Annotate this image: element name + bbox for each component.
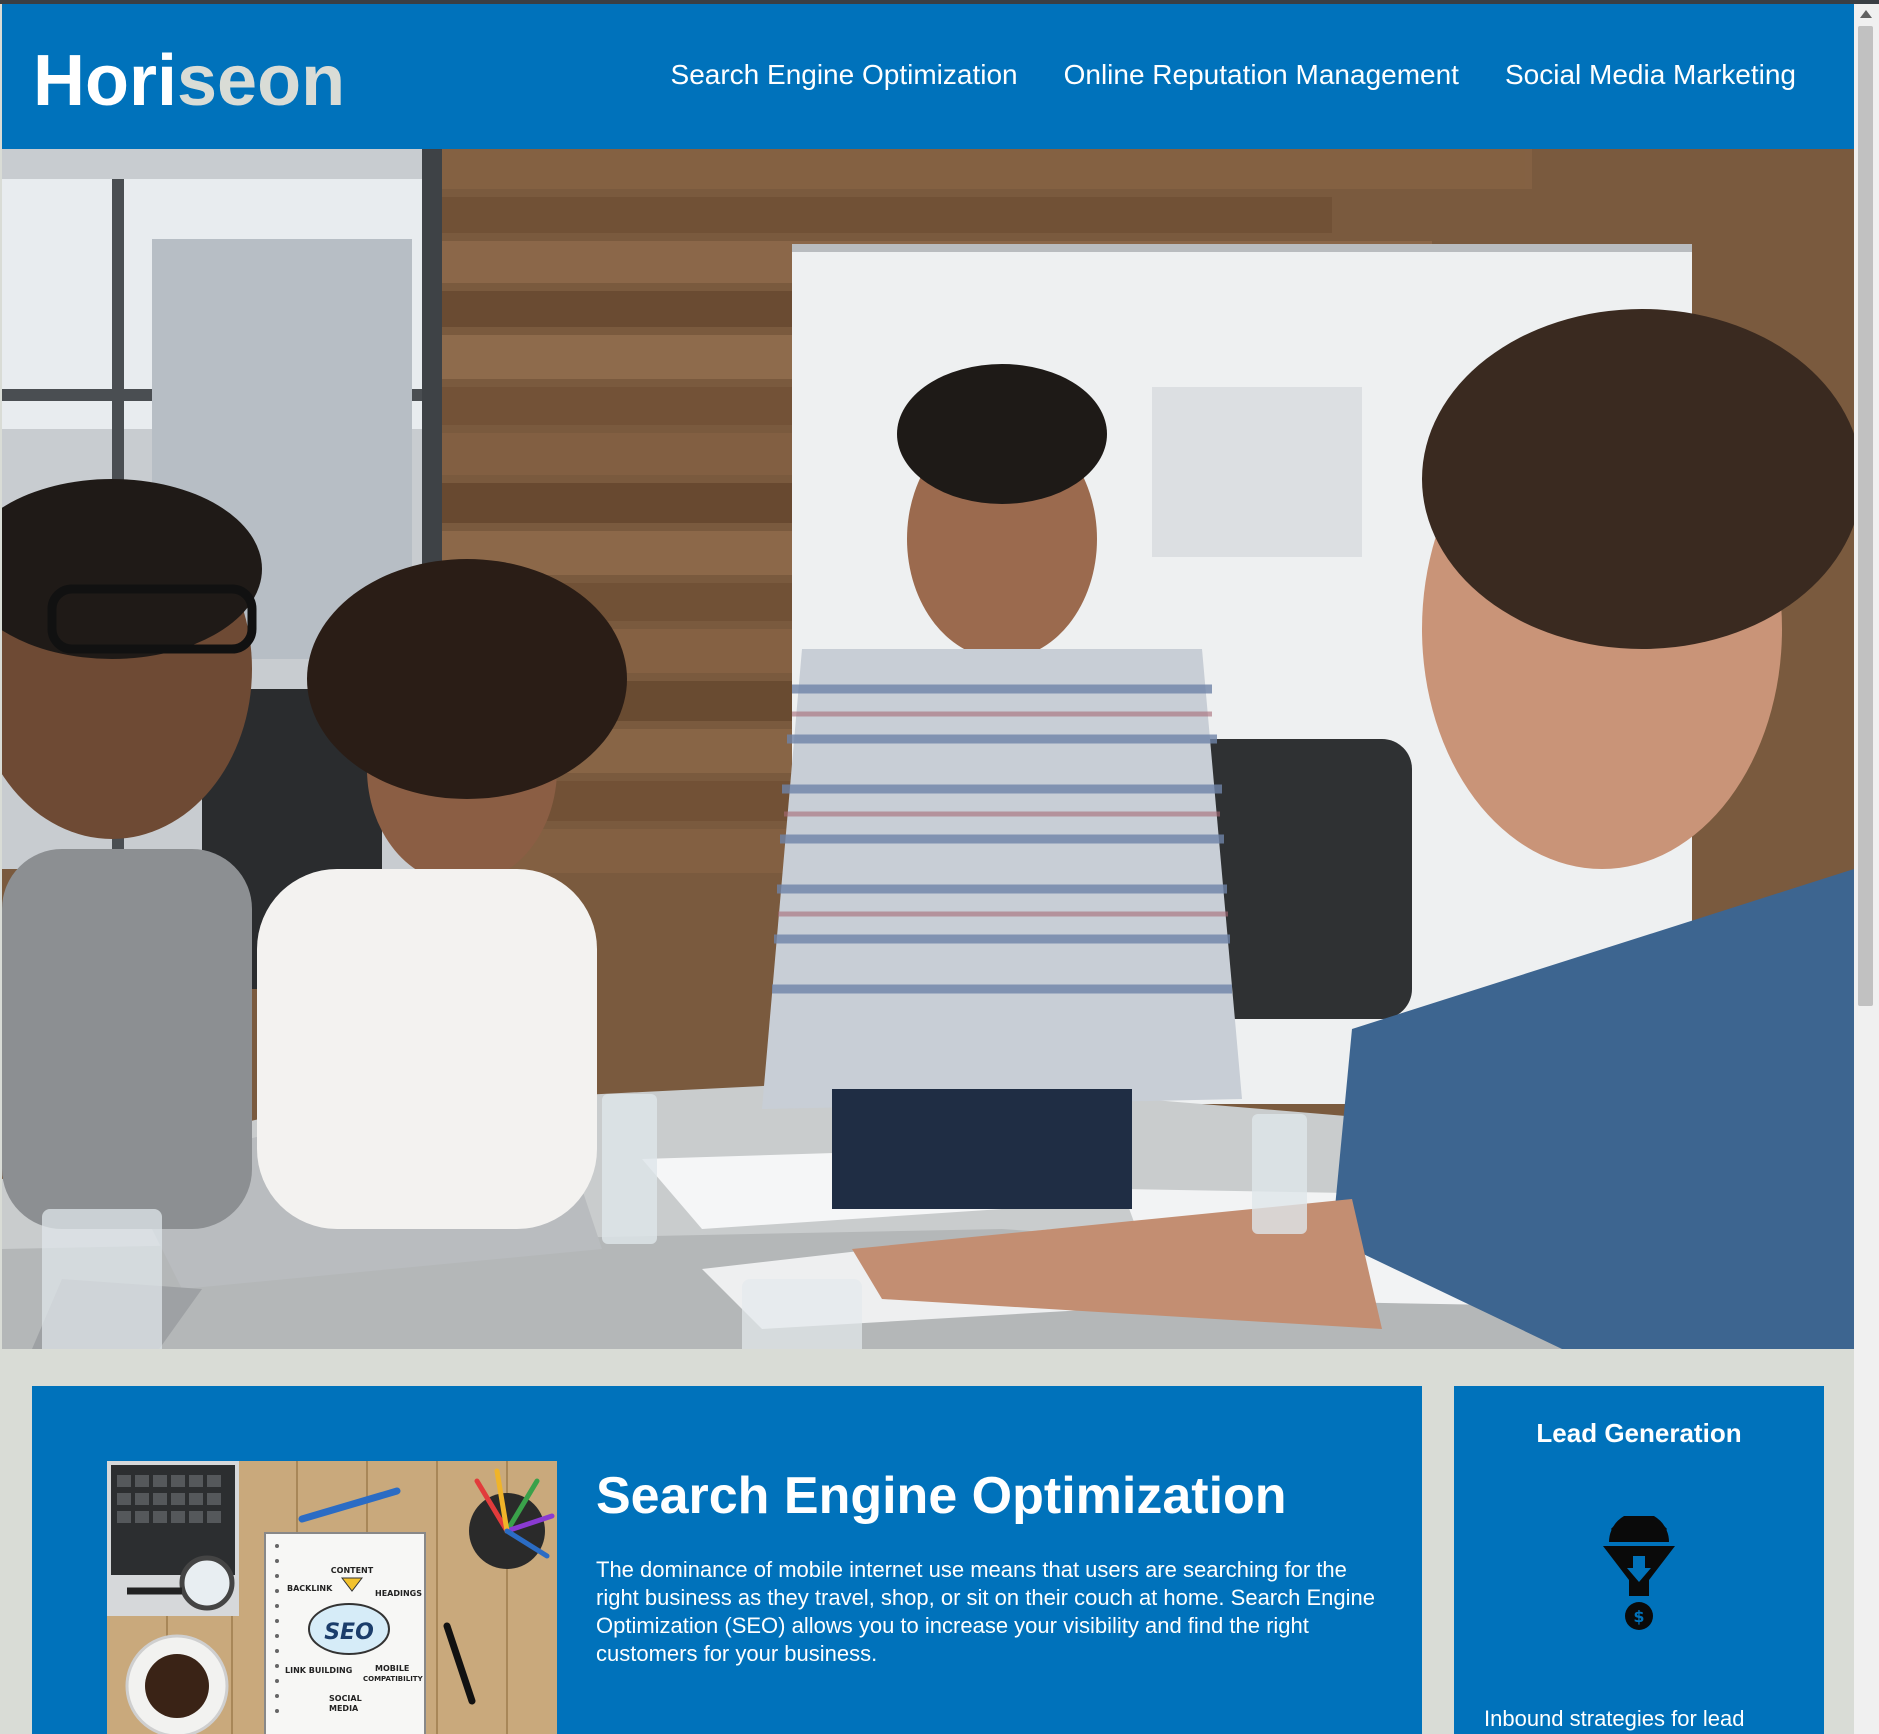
seo-image-word-link-building: LINK BUILDING [285, 1666, 352, 1675]
seo-image-word-headings: HEADINGS [375, 1589, 422, 1598]
seo-heading: Search Engine Optimization [596, 1467, 1287, 1525]
logo-accent-text: seon [177, 41, 346, 121]
seo-image-word-mobile: MOBILE [375, 1664, 409, 1673]
site-logo[interactable]: Horiseon [33, 40, 345, 122]
scroll-up-arrow-icon[interactable] [1860, 10, 1872, 18]
scrollbar-thumb[interactable] [1858, 26, 1873, 1006]
svg-text:$: $ [1633, 1607, 1644, 1626]
seo-desk-illustration: SEO CONTENT BACKLINK HEADINGS LINK BUILD… [107, 1461, 557, 1734]
main-nav: Search Engine Optimization Online Reputa… [671, 59, 1796, 91]
benefit-title: Lead Generation [1536, 1418, 1742, 1448]
seo-image-word-seo: SEO [324, 1620, 374, 1645]
nav-link-social-media[interactable]: Social Media Marketing [1505, 59, 1796, 91]
seo-image-word-content: CONTENT [331, 1566, 374, 1575]
seo-image-word-backlink: BACKLINK [287, 1584, 333, 1593]
nav-link-reputation[interactable]: Online Reputation Management [1064, 59, 1459, 91]
seo-image: SEO CONTENT BACKLINK HEADINGS LINK BUILD… [107, 1461, 557, 1734]
seo-image-word-compatibility: COMPATIBILITY [363, 1675, 424, 1683]
hero-photo-meeting [2, 149, 1854, 1349]
page-viewport: Horiseon Search Engine Optimization Onli… [2, 4, 1854, 1734]
site-header: Horiseon Search Engine Optimization Onli… [2, 4, 1854, 149]
seo-image-word-social: SOCIAL [329, 1694, 362, 1703]
benefit-description: Inbound strategies for lead [1484, 1706, 1745, 1731]
seo-image-word-media: MEDIA [329, 1704, 359, 1713]
logo-main-text: Hori [33, 41, 177, 121]
lead-generation-funnel-icon: $ [1603, 1512, 1675, 1632]
page-scrollbar[interactable] [1854, 4, 1879, 1734]
benefit-lead-generation: Lead Generation $ Inbound strategies for… [1454, 1386, 1824, 1734]
seo-description: The dominance of mobile internet use mea… [596, 1557, 1375, 1666]
seo-section: SEO CONTENT BACKLINK HEADINGS LINK BUILD… [32, 1386, 1422, 1734]
hero-image [2, 149, 1854, 1349]
nav-link-seo[interactable]: Search Engine Optimization [671, 59, 1018, 91]
